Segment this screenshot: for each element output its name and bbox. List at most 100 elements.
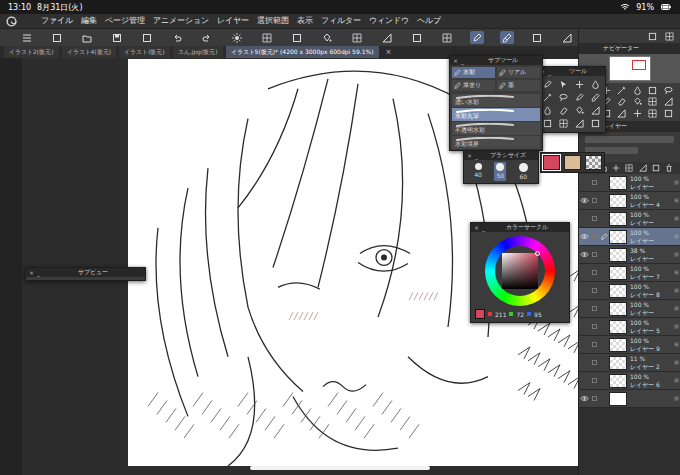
close-button[interactable]: × — [453, 57, 458, 64]
grid-icon[interactable] — [559, 119, 568, 128]
saturation-square[interactable] — [502, 253, 538, 289]
eraser-icon[interactable] — [559, 106, 568, 115]
toolbar-button[interactable] — [560, 31, 574, 44]
export-icon[interactable] — [142, 33, 152, 43]
layer-row[interactable]: 100 %レイヤー 6 — [579, 372, 680, 390]
layer-row[interactable]: 100 %レイヤー 8 — [579, 282, 680, 300]
toolbar-button[interactable] — [200, 31, 214, 44]
eye-icon[interactable] — [580, 196, 589, 205]
brush-item[interactable]: 水彩丸筆 — [452, 108, 540, 121]
menu-item[interactable]: ヘルプ — [417, 15, 441, 27]
wand-icon[interactable] — [617, 86, 626, 95]
brush-icon[interactable] — [502, 33, 512, 43]
grid-icon[interactable] — [648, 97, 657, 106]
settings-icon[interactable] — [648, 32, 657, 41]
visibility-toggle[interactable] — [579, 264, 590, 281]
eye-icon[interactable] — [580, 250, 589, 259]
toolbar-button[interactable] — [350, 31, 364, 44]
toolbar-button[interactable] — [20, 31, 34, 44]
layer-check[interactable] — [590, 270, 598, 275]
minimize-button[interactable]: _ — [475, 152, 478, 159]
close-tab-button[interactable]: × — [382, 46, 396, 58]
toolbar-button[interactable] — [260, 31, 274, 44]
menu-item[interactable]: アニメーション — [153, 15, 209, 27]
drag-handle-icon[interactable] — [673, 359, 680, 366]
layer-check[interactable] — [590, 378, 598, 383]
square-icon[interactable] — [543, 119, 552, 128]
layer-row[interactable]: 100 %レイヤー — [579, 300, 680, 318]
brush-item[interactable]: 不透明水彩 — [452, 122, 540, 135]
brush-item[interactable]: 濃い水彩 — [452, 94, 540, 107]
drop-icon[interactable] — [591, 80, 600, 89]
frame-icon[interactable] — [412, 33, 422, 43]
visibility-toggle[interactable] — [579, 354, 590, 371]
close-button[interactable]: × — [474, 224, 479, 231]
cursor-icon[interactable] — [559, 80, 568, 89]
tri-icon[interactable] — [591, 106, 600, 115]
layer-row[interactable]: 100 %レイヤー 9 — [579, 336, 680, 354]
menu-item[interactable]: ページ管理 — [105, 15, 145, 27]
square-icon[interactable] — [591, 119, 600, 128]
plus-icon[interactable] — [575, 80, 584, 89]
window-title-bar[interactable]: ×_ブラシサイズ — [464, 151, 538, 160]
drop-icon[interactable] — [543, 106, 552, 115]
drag-handle-icon[interactable] — [673, 215, 680, 222]
document-tab[interactable]: スん.jpg(復元) — [173, 46, 223, 58]
tri-icon[interactable] — [664, 97, 673, 106]
close-button[interactable]: × — [29, 269, 34, 276]
size-preset[interactable]: 60 — [517, 162, 530, 181]
subtool-group[interactable]: 墨 — [497, 80, 540, 91]
menu-item[interactable]: ファイル — [41, 15, 73, 27]
menu-item[interactable]: レイヤー — [217, 15, 249, 27]
layer-check[interactable] — [590, 234, 598, 239]
color-swatch[interactable] — [564, 155, 581, 170]
menu-item[interactable]: 表示 — [297, 15, 313, 27]
visibility-toggle[interactable] — [579, 210, 590, 227]
correction-icon[interactable] — [232, 33, 242, 43]
toolbar-button[interactable] — [110, 31, 124, 44]
perspective-icon[interactable] — [562, 33, 572, 43]
visibility-toggle[interactable] — [579, 228, 590, 245]
menu-item[interactable]: ウィンドウ — [369, 15, 409, 27]
visibility-toggle[interactable] — [579, 246, 590, 263]
visibility-toggle[interactable] — [579, 300, 590, 317]
toolbar-button[interactable] — [530, 31, 544, 44]
transform-icon[interactable] — [262, 33, 272, 43]
size-preset[interactable]: 50 — [494, 162, 506, 181]
visibility-toggle[interactable] — [579, 372, 590, 389]
drag-handle-icon[interactable] — [673, 395, 680, 402]
drop-icon[interactable] — [633, 86, 642, 95]
toolbar-button[interactable] — [380, 31, 394, 44]
square-icon[interactable] — [652, 164, 660, 172]
tri-icon[interactable] — [575, 119, 584, 128]
trash-icon[interactable] — [665, 164, 673, 172]
grid-icon[interactable] — [625, 164, 633, 172]
visibility-toggle[interactable] — [579, 192, 590, 209]
tri-icon[interactable] — [617, 109, 626, 118]
layout-icon[interactable] — [665, 32, 674, 41]
clear-icon[interactable] — [292, 33, 302, 43]
brush-icon[interactable] — [591, 93, 600, 102]
brush-item[interactable]: 水彩境界 — [452, 136, 540, 149]
layer-row[interactable]: 38 %レイヤー — [579, 246, 680, 264]
eye-icon[interactable] — [580, 394, 589, 403]
wand-icon[interactable] — [543, 93, 552, 102]
toolbar-button[interactable] — [230, 31, 244, 44]
open-icon[interactable] — [82, 33, 92, 43]
menu-item[interactable]: 選択範囲 — [257, 15, 289, 27]
pen-icon[interactable] — [543, 80, 552, 89]
layer-check[interactable] — [590, 180, 598, 185]
drag-handle-icon[interactable] — [673, 179, 680, 186]
toolbar-button[interactable] — [80, 31, 94, 44]
grid-icon[interactable] — [648, 109, 657, 118]
layer-check[interactable] — [590, 396, 598, 401]
snap-icon[interactable] — [442, 33, 452, 43]
drag-handle-icon[interactable] — [673, 341, 680, 348]
toolbar-button[interactable] — [320, 31, 334, 44]
ruler-icon[interactable] — [382, 33, 392, 43]
drag-handle-icon[interactable] — [673, 197, 680, 204]
plus-icon[interactable] — [612, 164, 620, 172]
layer-check[interactable] — [590, 324, 598, 329]
drag-handle-icon[interactable] — [673, 233, 680, 240]
home-indicator[interactable] — [250, 466, 430, 470]
